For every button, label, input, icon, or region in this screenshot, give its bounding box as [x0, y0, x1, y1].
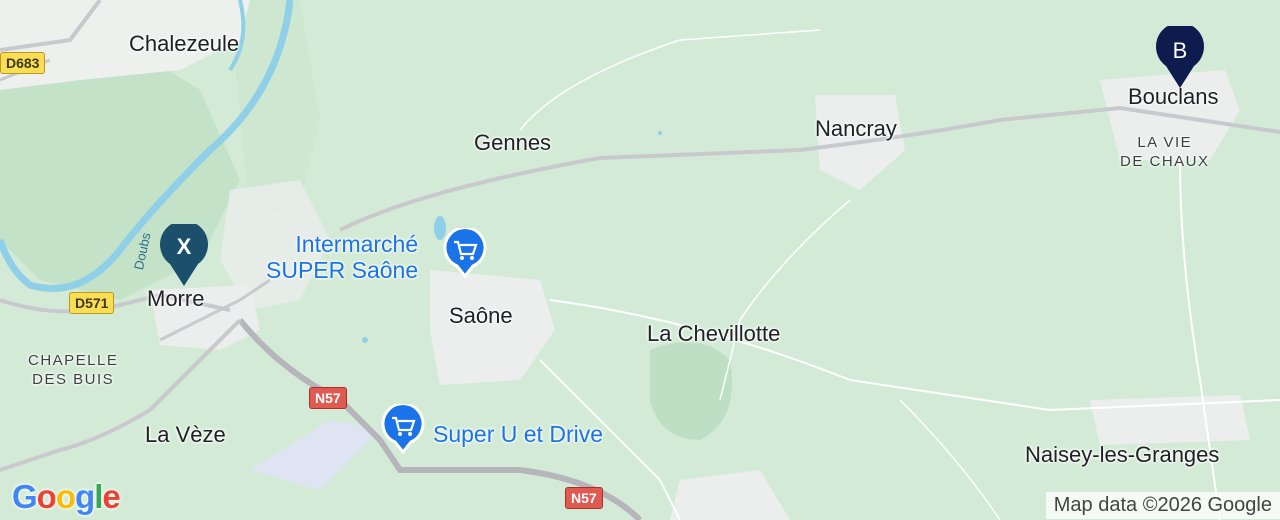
- place-label-chalezeule: Chalezeule: [129, 31, 240, 56]
- end-marker-letter: B: [1172, 38, 1188, 63]
- shopping-cart-pin-intermarche[interactable]: [443, 228, 487, 278]
- place-label-saone: Saône: [449, 303, 513, 328]
- road-shield-d571: D571: [69, 292, 115, 314]
- road-shield-n57-north: N57: [309, 387, 347, 409]
- map-attribution[interactable]: Map data ©2026 Google: [1045, 492, 1280, 519]
- google-logo[interactable]: Google: [12, 478, 121, 516]
- place-label-naisey-les-granges: Naisey-les-Granges: [1025, 442, 1220, 467]
- place-label-la-veze: La Vèze: [145, 422, 226, 447]
- start-marker-letter: X: [176, 234, 192, 259]
- place-label-la-chevillotte: La Chevillotte: [647, 321, 781, 346]
- place-label-morre: Morre: [147, 286, 205, 311]
- place-label-gennes: Gennes: [474, 130, 552, 155]
- poi-label-intermarche[interactable]: Intermarché SUPER Saône: [266, 231, 418, 283]
- shopping-cart-pin-super-u[interactable]: [381, 404, 425, 454]
- place-label-la-vie-de-chaux: LA VIE DE CHAUX: [1120, 134, 1210, 170]
- end-marker[interactable]: B: [1154, 22, 1206, 90]
- road-shield-d683: D683: [0, 52, 46, 74]
- road-shield-n57-south: N57: [565, 487, 603, 509]
- poi-label-super-u[interactable]: Super U et Drive: [433, 421, 603, 447]
- place-label-chapelle-des-buis: CHAPELLE DES BUIS: [28, 352, 119, 388]
- start-marker[interactable]: X: [158, 220, 210, 288]
- place-label-nancray: Nancray: [815, 116, 897, 141]
